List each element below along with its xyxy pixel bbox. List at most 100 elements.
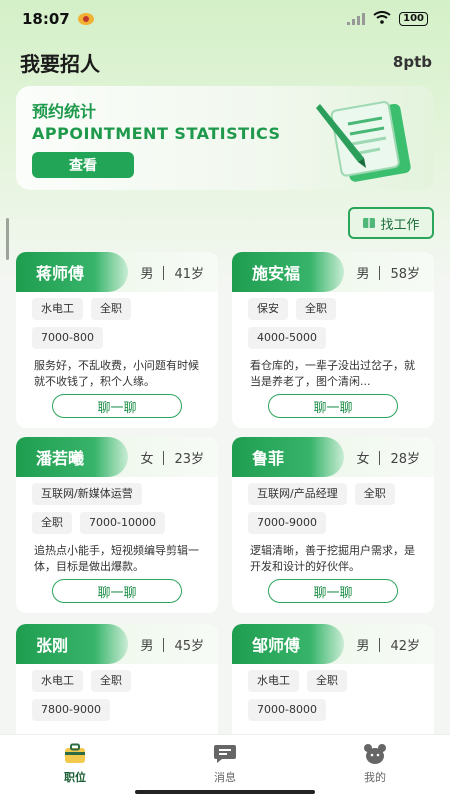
gender: 男 [140, 639, 154, 654]
salary-row: 7000-800 [32, 327, 210, 349]
chat-button[interactable]: 聊一聊 [268, 579, 398, 603]
tag: 全职 [91, 298, 131, 320]
salary-row: 7000-8000 [248, 699, 426, 721]
candidate-meta: 男 58岁 [356, 263, 420, 282]
tag: 全职 [32, 512, 72, 534]
status-icons: 100 [347, 10, 428, 28]
age: 41岁 [174, 267, 204, 282]
chat-button[interactable]: 聊一聊 [52, 579, 182, 603]
candidate-meta: 男 45岁 [140, 635, 204, 654]
salary-row: 7000-9000 [248, 512, 426, 534]
tag-row: 保安 全职 [248, 298, 426, 320]
bear-icon [364, 744, 386, 764]
gender: 男 [140, 267, 154, 282]
scroll-indicator[interactable] [6, 218, 9, 260]
candidate-name: 蒋师傅 [16, 252, 128, 292]
age: 45岁 [174, 639, 204, 654]
tag: 水电工 [32, 298, 83, 320]
tab-label: 职位 [64, 771, 86, 784]
divider [379, 450, 381, 465]
age: 58岁 [390, 267, 420, 282]
salary-tag: 4000-5000 [248, 327, 326, 349]
chat-button[interactable]: 聊一聊 [52, 394, 182, 418]
candidate-name: 潘若曦 [16, 437, 128, 477]
candidate-desc: 追热点小能手，短视频编导剪辑一体，目标是做出爆款。 [34, 544, 199, 573]
candidate-meta: 女 23岁 [140, 448, 204, 467]
home-indicator[interactable] [135, 790, 315, 794]
header-right-text: 8ptb [392, 53, 432, 71]
divider [163, 450, 165, 465]
candidate-name: 鲁菲 [232, 437, 344, 477]
candidate-name: 邹师傅 [232, 624, 344, 664]
divider [379, 637, 381, 652]
candidate-meta: 男 42岁 [356, 635, 420, 654]
salary-tag: 7000-10000 [80, 512, 165, 534]
salary-tag: 7000-9000 [248, 512, 326, 534]
gender: 男 [356, 639, 370, 654]
view-button[interactable]: 查看 [32, 152, 134, 178]
briefcase-icon [65, 743, 85, 763]
tab-label: 消息 [214, 771, 236, 784]
find-job-label: 找工作 [380, 217, 420, 233]
book-icon [363, 218, 376, 228]
tab-profile[interactable]: 我的 [300, 735, 450, 800]
gender: 女 [356, 452, 370, 467]
tag: 水电工 [32, 670, 83, 692]
tab-positions[interactable]: 职位 [0, 735, 150, 800]
candidate-name: 张刚 [16, 624, 128, 664]
age: 42岁 [390, 639, 420, 654]
tag: 互联网/产品经理 [248, 483, 347, 505]
gender: 男 [356, 267, 370, 282]
status-bar: 18:07 100 [0, 0, 450, 38]
tag: 全职 [296, 298, 336, 320]
salary-row: 4000-5000 [248, 327, 426, 349]
candidate-card[interactable]: 鲁菲 女 28岁 互联网/产品经理 全职 7000-9000 逻辑清晰，善于挖掘… [232, 437, 434, 613]
divider [163, 265, 165, 280]
tag-row: 水电工 全职 [248, 670, 426, 692]
battery-icon: 100 [399, 12, 428, 26]
find-job-button[interactable]: 找工作 [348, 207, 434, 239]
candidate-card[interactable]: 潘若曦 女 23岁 互联网/新媒体运营 全职 7000-10000 追热点小能手… [16, 437, 218, 613]
document-pen-icon [316, 101, 411, 182]
salary-tag: 7000-800 [32, 327, 103, 349]
tag: 保安 [248, 298, 288, 320]
tab-label: 我的 [364, 771, 386, 784]
candidate-meta: 男 41岁 [140, 263, 204, 282]
wifi-icon [373, 10, 391, 28]
tag: 全职 [354, 483, 395, 505]
tag-row: 互联网/产品经理 全职 [248, 483, 426, 505]
tag: 互联网/新媒体运营 [32, 483, 142, 505]
tag-row: 水电工 全职 [32, 298, 210, 320]
appointment-banner[interactable]: 预约统计 APPOINTMENT STATISTICS 查看 [16, 86, 434, 190]
candidate-name: 施安福 [232, 252, 344, 292]
message-icon [214, 745, 236, 763]
salary-tag: 7000-8000 [248, 699, 326, 721]
age: 28岁 [390, 452, 420, 467]
chat-button[interactable]: 聊一聊 [268, 394, 398, 418]
age: 23岁 [174, 452, 204, 467]
divider [163, 637, 165, 652]
candidate-card[interactable]: 蒋师傅 男 41岁 水电工 全职 7000-800 服务好，不乱收费，小问题有时… [16, 252, 218, 428]
tag-row: 水电工 全职 [32, 670, 210, 692]
candidate-desc: 看仓库的，一辈子没出过岔子，就当是养老了，图个清闲... [250, 359, 415, 388]
divider [379, 265, 381, 280]
salary-tag: 7800-9000 [32, 699, 110, 721]
banner-subtitle: APPOINTMENT STATISTICS [32, 124, 281, 143]
banner-title: 预约统计 [32, 102, 97, 121]
candidate-desc: 服务好，不乱收费，小问题有时候就不收钱了，积个人缘。 [34, 359, 199, 388]
signal-icon [347, 13, 366, 25]
eye-icon [77, 13, 94, 25]
tag: 水电工 [248, 670, 299, 692]
candidate-desc: 逻辑清晰，善于挖掘用户需求，是开发和设计的好伙伴。 [250, 544, 415, 573]
candidate-card[interactable]: 施安福 男 58岁 保安 全职 4000-5000 看仓库的，一辈子没出过岔子，… [232, 252, 434, 428]
page-title: 我要招人 [20, 51, 100, 76]
page-header: 我要招人 8ptb [20, 46, 432, 78]
salary-row: 7800-9000 [32, 699, 210, 721]
tag-row: 互联网/新媒体运营 [32, 483, 210, 505]
status-time: 18:07 [22, 10, 70, 28]
tag: 全职 [307, 670, 347, 692]
tag: 全职 [91, 670, 131, 692]
gender: 女 [140, 452, 154, 467]
candidate-meta: 女 28岁 [356, 448, 420, 467]
salary-row: 全职 7000-10000 [32, 512, 210, 534]
